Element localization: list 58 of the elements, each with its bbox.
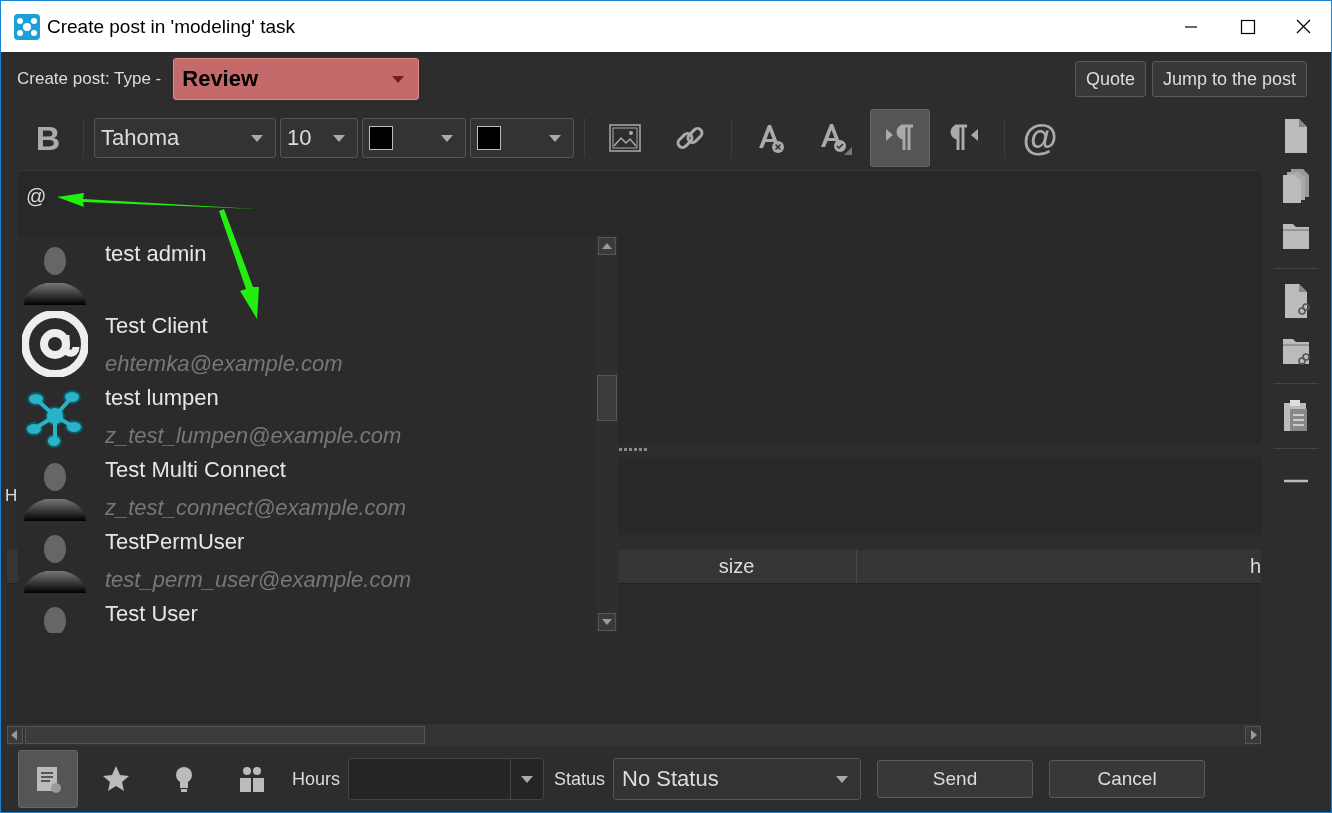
clear-format-icon[interactable] [756, 122, 786, 154]
scroll-left-icon[interactable] [7, 726, 23, 744]
type-dropdown[interactable]: Review [173, 58, 420, 100]
user-name[interactable]: test lumpen [105, 385, 402, 411]
image-icon[interactable] [609, 124, 641, 152]
people-icon [237, 764, 267, 794]
user-email: z_test_connect@example.com [105, 495, 407, 521]
size-dropdown[interactable]: 10 [280, 118, 358, 158]
app-logo-icon [14, 13, 40, 40]
column-header[interactable]: h [857, 550, 1261, 583]
at-sign-avatar [22, 311, 88, 377]
color-swatch [477, 126, 501, 150]
user-email: ehtemka@example.com [105, 351, 343, 377]
spellcheck-icon[interactable] [818, 121, 852, 155]
scroll-right-icon[interactable] [1245, 726, 1261, 744]
user-email: test_perm_user@example.com [105, 567, 411, 593]
left-to-right-button[interactable] [870, 109, 930, 167]
bold-button[interactable]: B [23, 110, 73, 166]
status-label: Status [554, 768, 606, 790]
header-button[interactable]: Quote [1074, 61, 1146, 97]
star-icon [101, 764, 131, 794]
caret-icon [836, 775, 849, 783]
window-title: Create post in 'modeling' task [47, 15, 296, 38]
paragraph-icon [884, 123, 916, 153]
text-color-dropdown[interactable] [362, 118, 466, 158]
scrollbar-thumb[interactable] [25, 726, 425, 744]
caret-icon [392, 75, 405, 83]
user-name[interactable]: Test Client [105, 313, 343, 339]
user-name[interactable]: test admin [105, 241, 207, 267]
user-name[interactable]: TestPermUser [105, 529, 411, 555]
color-swatch [369, 126, 393, 150]
copy-pages-icon[interactable] [1281, 168, 1311, 204]
toggle-button[interactable] [18, 750, 78, 808]
hours-field[interactable] [348, 758, 544, 800]
status-dropdown[interactable]: No Status [613, 758, 862, 800]
font-dropdown[interactable]: Tahoma [94, 118, 276, 158]
action-button[interactable]: Send [877, 760, 1034, 798]
caret-icon [333, 134, 345, 142]
mention-button[interactable]: @ [1015, 110, 1065, 166]
user-name[interactable]: Test Multi Connect [105, 457, 407, 483]
caret-icon [251, 134, 263, 142]
hours-label: Hours [292, 768, 340, 790]
header-button[interactable]: Jump to the post [1151, 61, 1307, 97]
scroll-down-icon[interactable] [598, 613, 616, 631]
paragraph-icon [948, 123, 980, 153]
caret-icon [549, 134, 561, 142]
vertical-scrollbar[interactable] [596, 235, 618, 633]
caret-icon [441, 134, 453, 142]
type-label: Create post: Type - [17, 69, 162, 89]
action-button[interactable]: Cancel [1049, 760, 1206, 798]
section-label: H [5, 486, 19, 506]
horizontal-scrollbar[interactable] [7, 724, 1261, 746]
scroll-up-icon[interactable] [598, 237, 616, 255]
scrollbar-thumb[interactable] [597, 375, 617, 421]
user-name[interactable]: Test User [105, 601, 198, 627]
editor-text: @ [26, 185, 47, 207]
caret-icon [521, 775, 533, 783]
background-color-dropdown[interactable] [470, 118, 574, 158]
